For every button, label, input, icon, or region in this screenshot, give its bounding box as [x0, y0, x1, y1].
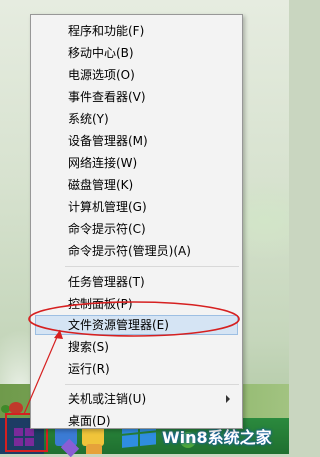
taskbar-app-icon[interactable] — [86, 444, 102, 454]
menu-item-run[interactable]: 运行(R) — [35, 359, 238, 379]
menu-item-system[interactable]: 系统(Y) — [35, 109, 238, 129]
menu-item-network-connections[interactable]: 网络连接(W) — [35, 153, 238, 173]
menu-item-desktop[interactable]: 桌面(D) — [35, 411, 238, 431]
menu-item-disk-management[interactable]: 磁盘管理(K) — [35, 175, 238, 195]
chevron-right-icon — [226, 395, 230, 403]
context-menu: 程序和功能(F) 移动中心(B) 电源选项(O) 事件查看器(V) 系统(Y) … — [30, 14, 243, 429]
menu-separator — [65, 384, 239, 385]
menu-item-command-prompt-admin[interactable]: 命令提示符(管理员)(A) — [35, 241, 238, 261]
menu-item-programs-features[interactable]: 程序和功能(F) — [35, 21, 238, 41]
menu-item-event-viewer[interactable]: 事件查看器(V) — [35, 87, 238, 107]
menu-separator — [65, 266, 239, 267]
menu-item-power-options[interactable]: 电源选项(O) — [35, 65, 238, 85]
menu-item-search[interactable]: 搜索(S) — [35, 337, 238, 357]
menu-item-computer-management[interactable]: 计算机管理(G) — [35, 197, 238, 217]
menu-item-control-panel[interactable]: 控制面板(P) — [35, 294, 238, 314]
menu-item-file-explorer[interactable]: 文件资源管理器(E) — [35, 315, 238, 335]
menu-item-command-prompt[interactable]: 命令提示符(C) — [35, 219, 238, 239]
menu-item-mobility-center[interactable]: 移动中心(B) — [35, 43, 238, 63]
menu-item-task-manager[interactable]: 任务管理器(T) — [35, 272, 238, 292]
menu-item-shutdown-signout[interactable]: 关机或注销(U) — [35, 389, 238, 409]
menu-item-device-manager[interactable]: 设备管理器(M) — [35, 131, 238, 151]
menu-item-label: 关机或注销(U) — [68, 392, 147, 406]
